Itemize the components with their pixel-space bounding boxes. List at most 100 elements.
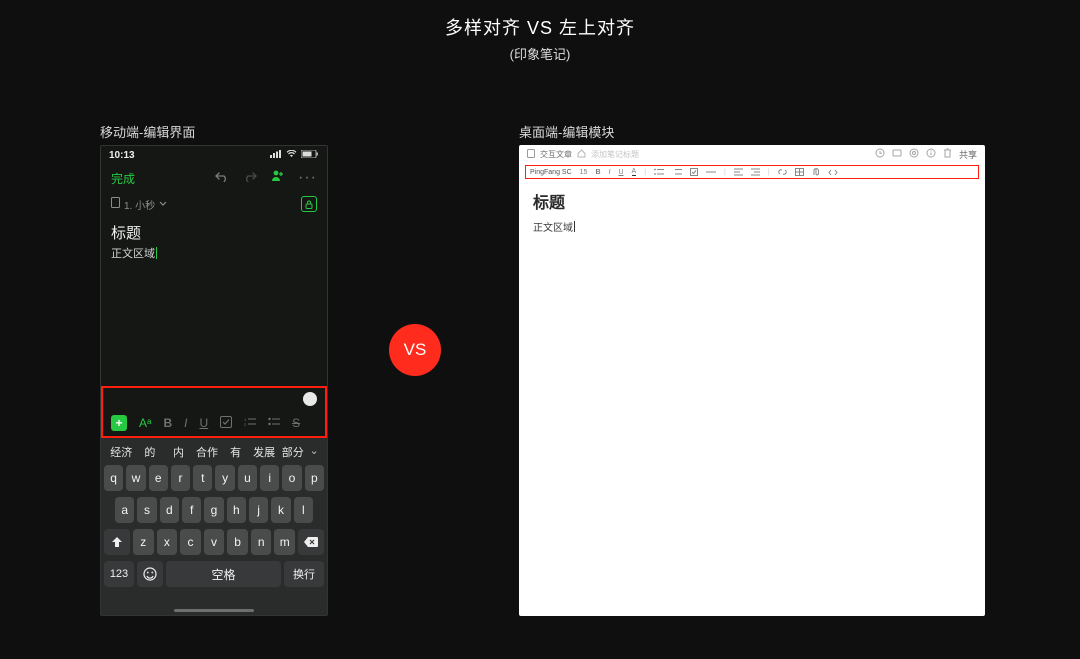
- shift-key[interactable]: [104, 529, 130, 555]
- bold-button[interactable]: B: [595, 169, 600, 176]
- key[interactable]: q: [104, 465, 123, 491]
- underline-button[interactable]: U: [618, 169, 623, 176]
- svg-text:2: 2: [244, 422, 247, 427]
- undo-icon[interactable]: [215, 169, 229, 187]
- text-color-button[interactable]: A: [632, 168, 637, 176]
- numeric-key[interactable]: 123: [104, 561, 134, 587]
- add-block-button[interactable]: +: [111, 415, 127, 431]
- space-key[interactable]: 空格: [166, 561, 281, 587]
- done-button[interactable]: 完成: [111, 170, 135, 187]
- status-bar: 10:13: [101, 146, 327, 164]
- breadcrumb[interactable]: 交互文章: [540, 149, 572, 160]
- italic-button[interactable]: I: [609, 169, 611, 176]
- collapse-button[interactable]: [303, 392, 317, 406]
- desktop-note-title[interactable]: 标题: [519, 179, 985, 213]
- key[interactable]: b: [227, 529, 248, 555]
- align-icon[interactable]: [734, 168, 743, 176]
- suggestion[interactable]: 合作: [193, 444, 222, 460]
- suggestion[interactable]: 的: [136, 444, 165, 460]
- link-icon[interactable]: [778, 168, 787, 176]
- suggestion-bar: 经济 的 内 合作 有 发展 部分 ⌄: [101, 442, 327, 462]
- key[interactable]: n: [251, 529, 272, 555]
- action-bar: 完成 ···: [101, 164, 327, 192]
- history-icon[interactable]: [909, 148, 919, 160]
- table-icon[interactable]: [795, 168, 804, 176]
- key[interactable]: r: [171, 465, 190, 491]
- key[interactable]: g: [204, 497, 223, 523]
- key[interactable]: i: [260, 465, 279, 491]
- underline-button[interactable]: U: [199, 416, 208, 430]
- key[interactable]: d: [160, 497, 179, 523]
- suggestion[interactable]: 发展: [250, 444, 279, 460]
- battery-icon: [301, 150, 319, 161]
- font-size-select[interactable]: 15: [580, 169, 588, 176]
- desktop-note-body[interactable]: 正文区域: [519, 213, 985, 240]
- key[interactable]: z: [133, 529, 154, 555]
- note-body[interactable]: 正文区域: [101, 243, 327, 263]
- share-person-icon[interactable]: [271, 169, 284, 187]
- strikethrough-button[interactable]: S: [292, 416, 300, 430]
- text-style-button[interactable]: Aᵃ: [139, 416, 151, 430]
- key[interactable]: p: [305, 465, 324, 491]
- key[interactable]: s: [137, 497, 156, 523]
- breadcrumb-hint: 添加笔记标题: [591, 149, 639, 160]
- suggestion[interactable]: 经济: [107, 444, 136, 460]
- info-icon[interactable]: [926, 148, 936, 160]
- ordered-list-icon[interactable]: 12: [244, 416, 256, 430]
- lock-icon[interactable]: [301, 196, 317, 212]
- key[interactable]: j: [249, 497, 268, 523]
- key[interactable]: m: [274, 529, 295, 555]
- italic-button[interactable]: I: [184, 416, 187, 430]
- format-toolbar-highlight: + Aᵃ B I U 12 S: [101, 386, 327, 438]
- backspace-key[interactable]: [298, 529, 324, 555]
- bullet-list-icon[interactable]: [654, 168, 664, 176]
- keyboard: 经济 的 内 合作 有 发展 部分 ⌄ q w e r t y u i o p …: [101, 438, 327, 615]
- keyboard-row-1: q w e r t y u i o p: [101, 462, 327, 494]
- hr-icon[interactable]: [706, 170, 716, 174]
- checklist-icon[interactable]: [690, 168, 698, 176]
- crumb-note-name[interactable]: 1. 小秒: [124, 197, 155, 212]
- key[interactable]: k: [271, 497, 290, 523]
- font-select[interactable]: PingFang SC: [530, 169, 572, 176]
- key[interactable]: x: [157, 529, 178, 555]
- key[interactable]: l: [294, 497, 313, 523]
- code-icon[interactable]: [828, 169, 838, 176]
- key[interactable]: h: [227, 497, 246, 523]
- suggestion[interactable]: 内: [164, 444, 193, 460]
- key[interactable]: w: [126, 465, 145, 491]
- home-icon[interactable]: [577, 149, 586, 160]
- reminder-icon[interactable]: [875, 148, 885, 160]
- share-button[interactable]: 共享: [959, 148, 977, 161]
- attachment-icon[interactable]: [812, 168, 820, 177]
- indent-icon[interactable]: [751, 168, 760, 176]
- chevron-down-icon[interactable]: ⌄: [307, 444, 321, 460]
- key[interactable]: o: [282, 465, 301, 491]
- left-panel-label: 移动端-编辑界面: [100, 122, 195, 141]
- key[interactable]: c: [180, 529, 201, 555]
- note-title[interactable]: 标题: [101, 216, 327, 243]
- mobile-editor-panel: 10:13 完成 ···: [100, 145, 328, 616]
- chevron-down-icon[interactable]: [159, 199, 167, 210]
- crumb-row: 1. 小秒: [101, 192, 327, 216]
- checklist-icon[interactable]: [220, 416, 232, 431]
- ordered-list-icon[interactable]: [672, 168, 682, 176]
- redo-icon[interactable]: [243, 169, 257, 187]
- return-key[interactable]: 换行: [284, 561, 324, 587]
- more-icon[interactable]: ···: [298, 169, 317, 187]
- key[interactable]: u: [238, 465, 257, 491]
- key[interactable]: t: [193, 465, 212, 491]
- trash-icon[interactable]: [943, 148, 952, 160]
- format-toolbar: + Aᵃ B I U 12 S: [103, 410, 325, 436]
- right-panel-label: 桌面端-编辑模块: [519, 122, 614, 141]
- bold-button[interactable]: B: [163, 416, 172, 430]
- emoji-key[interactable]: [137, 561, 163, 587]
- key[interactable]: a: [115, 497, 134, 523]
- bullet-list-icon[interactable]: [268, 416, 280, 430]
- key[interactable]: y: [215, 465, 234, 491]
- key[interactable]: e: [149, 465, 168, 491]
- suggestion[interactable]: 有: [221, 444, 250, 460]
- suggestion[interactable]: 部分: [278, 444, 307, 460]
- key[interactable]: f: [182, 497, 201, 523]
- tag-icon[interactable]: [892, 148, 902, 160]
- key[interactable]: v: [204, 529, 225, 555]
